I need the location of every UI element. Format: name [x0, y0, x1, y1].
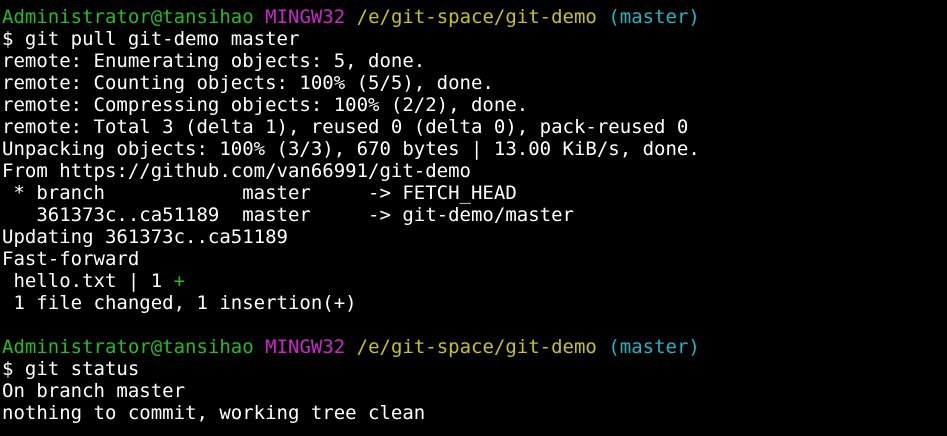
terminal-output: Administrator@tansihao MINGW32 /e/git-sp…	[2, 6, 947, 424]
prompt-branch: (master)	[608, 6, 700, 28]
output-line: remote: Total 3 (delta 1), reused 0 (del…	[2, 116, 947, 138]
output-text: remote: Total 3 (delta 1), reused 0 (del…	[2, 116, 689, 138]
output-text: nothing to commit, working tree clean	[2, 402, 426, 424]
terminal-window[interactable]: Administrator@tansihao MINGW32 /e/git-sp…	[0, 0, 947, 436]
output-text: Fast-forward	[2, 248, 140, 270]
output-text: remote: Enumerating objects: 5, done.	[2, 50, 426, 72]
output-text: * branch master -> FETCH_HEAD	[2, 182, 517, 204]
output-line: nothing to commit, working tree clean	[2, 402, 947, 424]
output-line: remote: Counting objects: 100% (5/5), do…	[2, 72, 947, 94]
prompt-system: MINGW32	[265, 336, 346, 358]
output-line: * branch master -> FETCH_HEAD	[2, 182, 947, 204]
output-line: From https://github.com/van66991/git-dem…	[2, 160, 947, 182]
prompt-branch: (master)	[608, 336, 700, 358]
output-text: On branch master	[2, 380, 186, 402]
prompt-path: /e/git-space/git-demo	[356, 6, 597, 28]
output-line: 1 file changed, 1 insertion(+)	[2, 292, 947, 314]
output-text: Updating 361373c..ca51189	[2, 226, 288, 248]
output-line: Fast-forward	[2, 248, 947, 270]
output-line: remote: Enumerating objects: 5, done.	[2, 50, 947, 72]
prompt-user-host: Administrator@tansihao	[2, 6, 254, 28]
output-line: 361373c..ca51189 master -> git-demo/mast…	[2, 204, 947, 226]
output-text: hello.txt | 1	[2, 270, 174, 292]
output-text: $ git status	[2, 358, 140, 380]
output-text: From https://github.com/van66991/git-dem…	[2, 160, 471, 182]
output-text: Unpacking objects: 100% (3/3), 670 bytes…	[2, 138, 700, 160]
output-line: $ git pull git-demo master	[2, 28, 947, 50]
prompt-line: Administrator@tansihao MINGW32 /e/git-sp…	[2, 6, 947, 28]
prompt-user-host: Administrator@tansihao	[2, 336, 254, 358]
output-line: Updating 361373c..ca51189	[2, 226, 947, 248]
prompt-line: Administrator@tansihao MINGW32 /e/git-sp…	[2, 336, 947, 358]
output-text: 361373c..ca51189 master -> git-demo/mast…	[2, 204, 574, 226]
output-line: $ git status	[2, 358, 947, 380]
output-text: remote: Compressing objects: 100% (2/2),…	[2, 94, 529, 116]
output-line: hello.txt | 1 +	[2, 270, 947, 292]
output-text: remote: Counting objects: 100% (5/5), do…	[2, 72, 494, 94]
output-text: 1 file changed, 1 insertion(+)	[2, 292, 357, 314]
prompt-path: /e/git-space/git-demo	[356, 336, 597, 358]
diff-plus-marker: +	[173, 270, 186, 292]
output-line: remote: Compressing objects: 100% (2/2),…	[2, 94, 947, 116]
prompt-system: MINGW32	[265, 6, 346, 28]
output-line: On branch master	[2, 380, 947, 402]
output-text: $ git pull git-demo master	[2, 28, 300, 50]
output-line: Unpacking objects: 100% (3/3), 670 bytes…	[2, 138, 947, 160]
